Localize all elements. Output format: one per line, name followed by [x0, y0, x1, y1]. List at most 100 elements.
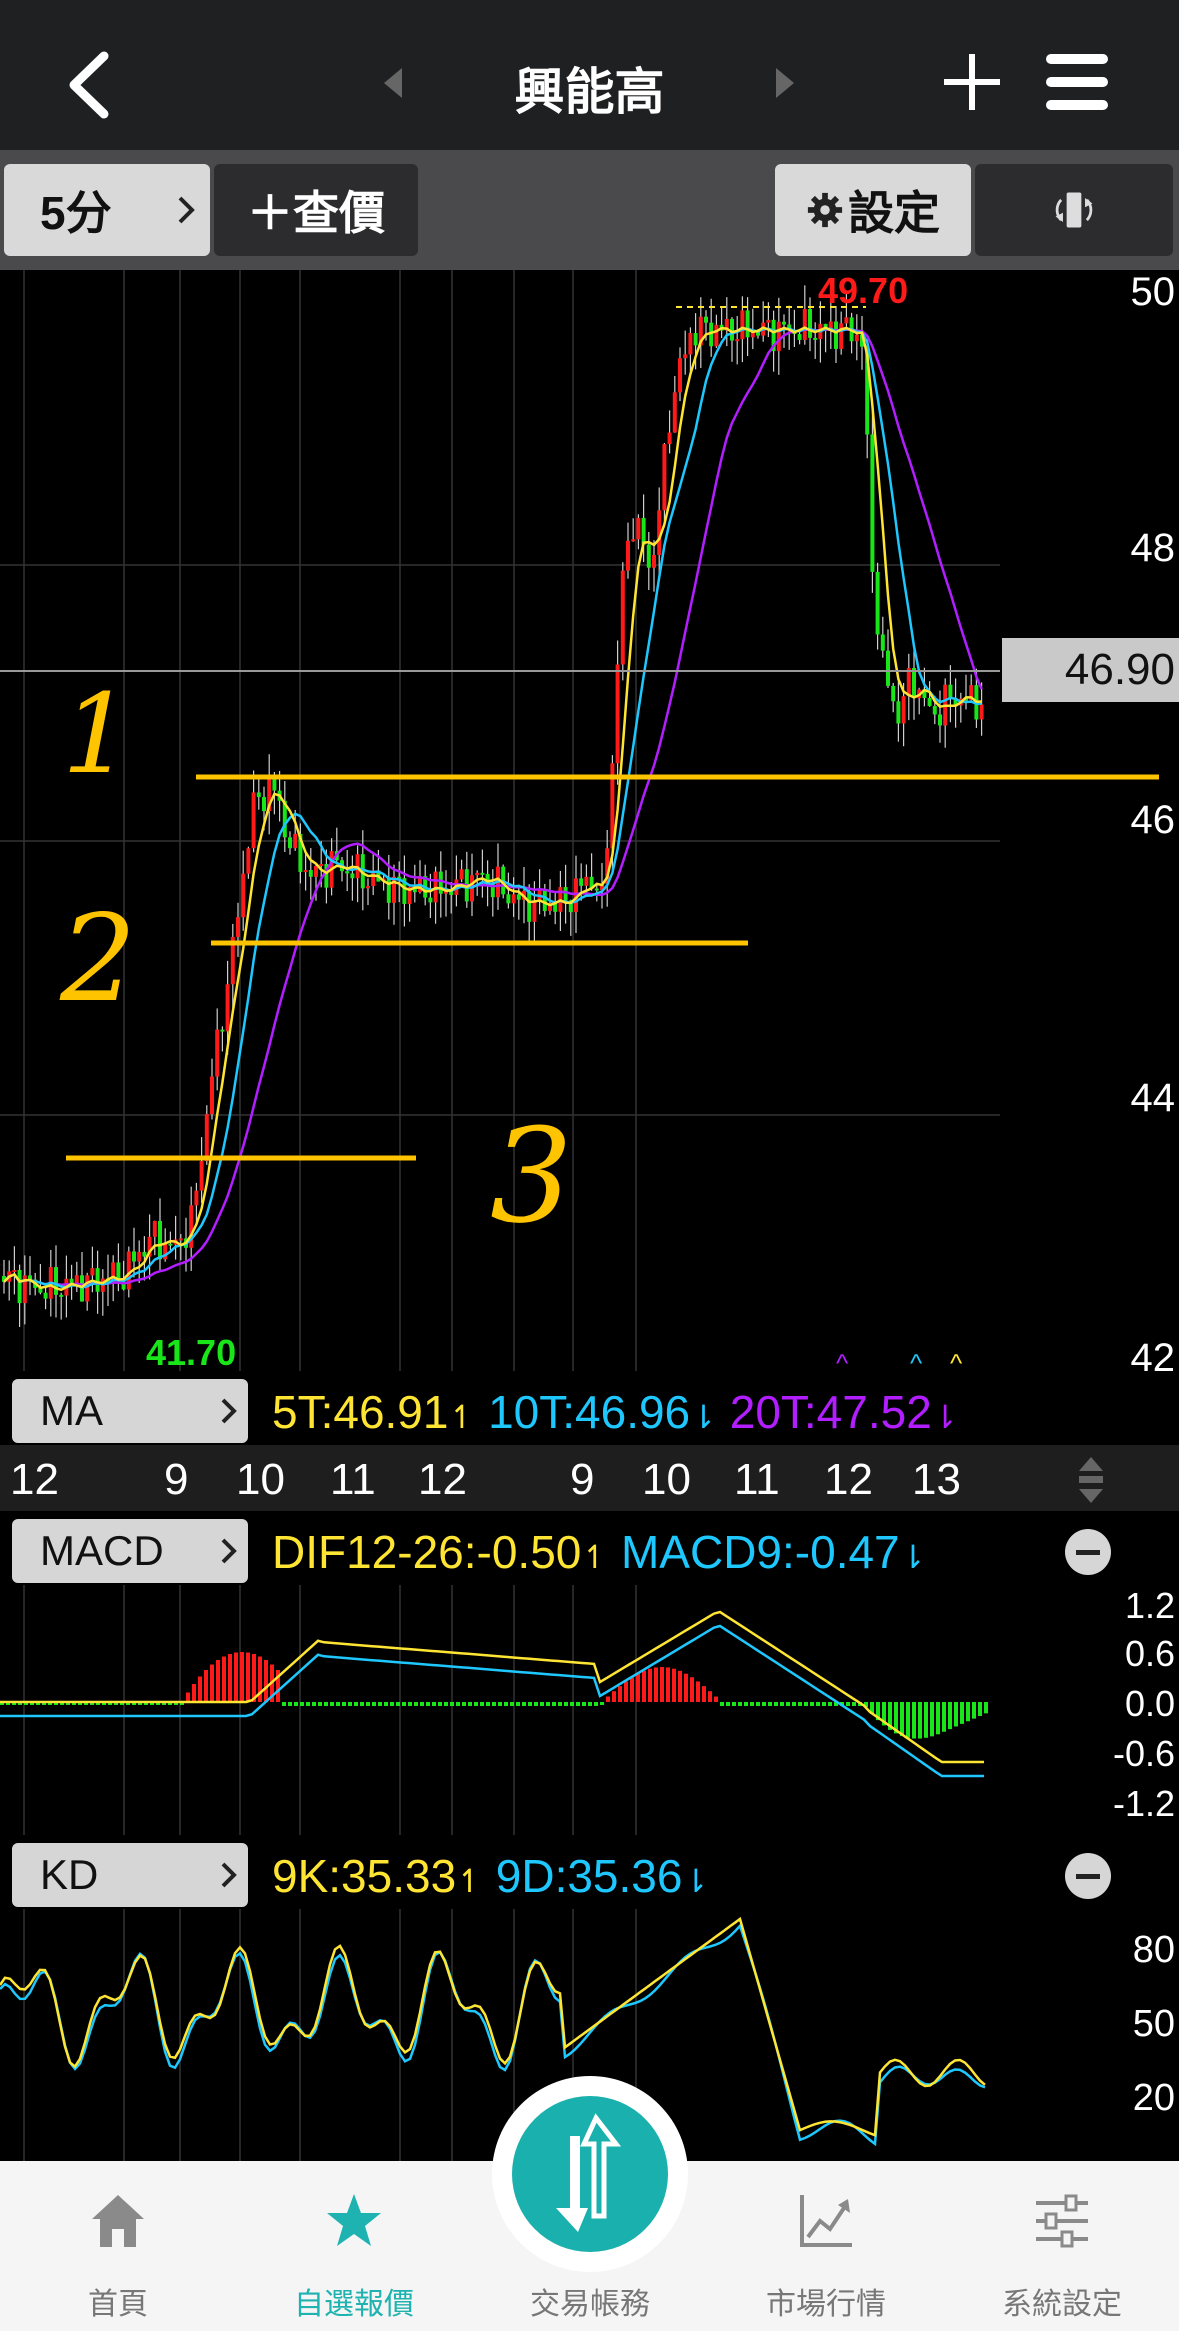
candle-body	[199, 1161, 204, 1191]
tab-home[interactable]: 首頁	[0, 2161, 236, 2331]
macd-histogram-bar	[414, 1702, 418, 1706]
macd-histogram-bar	[648, 1668, 652, 1702]
tab-market[interactable]: 市場行情	[708, 2161, 944, 2331]
candle-body	[204, 1114, 209, 1162]
macd-chart: 1.2 0.6 0.0 -0.6 -1.2	[0, 1585, 1179, 1837]
candle-body	[511, 894, 516, 904]
next-stock-icon[interactable]	[772, 66, 798, 100]
candle-body	[688, 333, 693, 355]
candle-body	[948, 684, 953, 699]
macd-histogram-bar	[546, 1702, 550, 1706]
macd-axis-label: 0.6	[1124, 1633, 1175, 1674]
macd-histogram-bar	[654, 1667, 658, 1702]
candle-body	[714, 324, 719, 347]
macd-histogram-bar	[420, 1702, 424, 1706]
tab-watchlist[interactable]: 自選報價	[236, 2161, 472, 2331]
ma-tag-button[interactable]: MA	[12, 1379, 248, 1443]
macd-histogram-bar	[234, 1652, 238, 1702]
macd-histogram-bar	[966, 1702, 970, 1722]
candle-body	[652, 554, 656, 568]
macd-histogram-bar	[942, 1702, 946, 1732]
chart-icon	[800, 2195, 852, 2247]
candle-body	[839, 323, 844, 349]
macd-histogram-bar	[822, 1702, 826, 1706]
macd-histogram-bar	[342, 1702, 346, 1706]
macd-histogram-bar	[786, 1702, 790, 1706]
candle-body	[834, 321, 838, 349]
macd-histogram-bar	[906, 1702, 910, 1738]
candle-body	[620, 570, 625, 665]
macd-histogram-bar	[324, 1702, 328, 1706]
annotation-3: 3	[490, 1100, 573, 1252]
macd-indicator-bar: MACD DIF12-26:-0.50↿ MACD9:-0.47⇂	[0, 1511, 1179, 1585]
query-price-label: ＋查價	[247, 187, 385, 239]
menu-icon[interactable]	[1044, 52, 1110, 112]
kd-values: 9K:35.33↿ 9D:35.36⇂	[272, 1849, 1000, 1903]
interval-button[interactable]: 5分	[4, 164, 210, 256]
macd-histogram-bar	[678, 1670, 682, 1702]
macd-histogram-bar	[336, 1702, 340, 1706]
candle-body	[215, 1029, 220, 1077]
kd-tag-button[interactable]: KD	[12, 1843, 248, 1907]
macd-histogram-bar	[726, 1702, 730, 1706]
macd-histogram-bar	[246, 1652, 250, 1702]
macd-histogram-bar	[564, 1702, 568, 1706]
time-label: 10	[236, 1455, 285, 1504]
remove-kd-button[interactable]	[1065, 1853, 1111, 1899]
candle-body	[646, 544, 651, 568]
tab-market-label: 市場行情	[766, 2288, 886, 2321]
candle-body	[631, 539, 636, 542]
candle-body	[875, 571, 880, 635]
macd-histogram-bar	[222, 1656, 226, 1702]
candle-body	[704, 316, 708, 323]
price-axis-label: 48	[1130, 526, 1176, 570]
query-price-button[interactable]: ＋查價	[214, 164, 418, 256]
candle-body	[95, 1268, 100, 1292]
chevron-right-icon	[221, 1538, 237, 1564]
macd-histogram-bar	[294, 1702, 298, 1706]
settings-button[interactable]: 設定	[775, 164, 971, 256]
candle-body	[828, 321, 833, 329]
home-icon	[92, 2195, 144, 2247]
star-icon	[327, 2194, 381, 2246]
macd-histogram-bar	[912, 1702, 916, 1739]
ma20-value: 20T:47.52	[729, 1386, 932, 1438]
remove-macd-button[interactable]	[1065, 1529, 1111, 1575]
candle-body	[12, 1270, 17, 1273]
macd-axis-label: 0.0	[1124, 1683, 1175, 1724]
macd-histogram-bar	[366, 1702, 370, 1706]
macd-histogram-bar	[774, 1702, 778, 1706]
sliders-icon	[1036, 2194, 1088, 2248]
candle-body	[813, 337, 818, 340]
candle-body	[667, 432, 672, 445]
tab-system-settings[interactable]: 系統設定	[944, 2161, 1179, 2331]
candle-body	[912, 668, 916, 699]
macd-histogram-bar	[780, 1702, 784, 1706]
macd-histogram-bar	[330, 1702, 334, 1706]
time-label: 9	[570, 1455, 595, 1504]
macd-histogram-bar	[714, 1696, 718, 1702]
candlestick-chart[interactable]: 1 2 3 49.70 41.70 50 48 46 44 42 46.90 ^…	[0, 270, 1179, 1380]
macd-axis-label: -0.6	[1112, 1733, 1175, 1774]
macd-histogram-bar	[828, 1702, 832, 1706]
time-label: 13	[912, 1455, 961, 1504]
macd-tag-button[interactable]: MACD	[12, 1519, 248, 1583]
candle-body	[225, 984, 230, 1032]
candle-body	[844, 317, 849, 324]
macd-histogram-bar	[198, 1676, 202, 1702]
chevron-right-icon	[178, 196, 195, 224]
drag-handle-icon[interactable]	[1076, 1455, 1106, 1505]
candle-body	[256, 792, 261, 798]
candle-body	[636, 517, 641, 540]
ma10-value: 10T:46.96	[488, 1386, 691, 1438]
candle-body	[808, 309, 812, 338]
add-icon[interactable]	[940, 50, 1004, 114]
macd-plot	[0, 1585, 1000, 1837]
candle-body	[236, 917, 240, 937]
rotate-screen-button[interactable]	[975, 164, 1173, 256]
trade-fab-button[interactable]	[492, 2076, 688, 2272]
tab-home-label: 首頁	[88, 2288, 148, 2321]
macd-histogram-bar	[690, 1677, 694, 1702]
macd-histogram-bar	[738, 1702, 742, 1706]
macd-histogram-bar	[924, 1702, 928, 1738]
